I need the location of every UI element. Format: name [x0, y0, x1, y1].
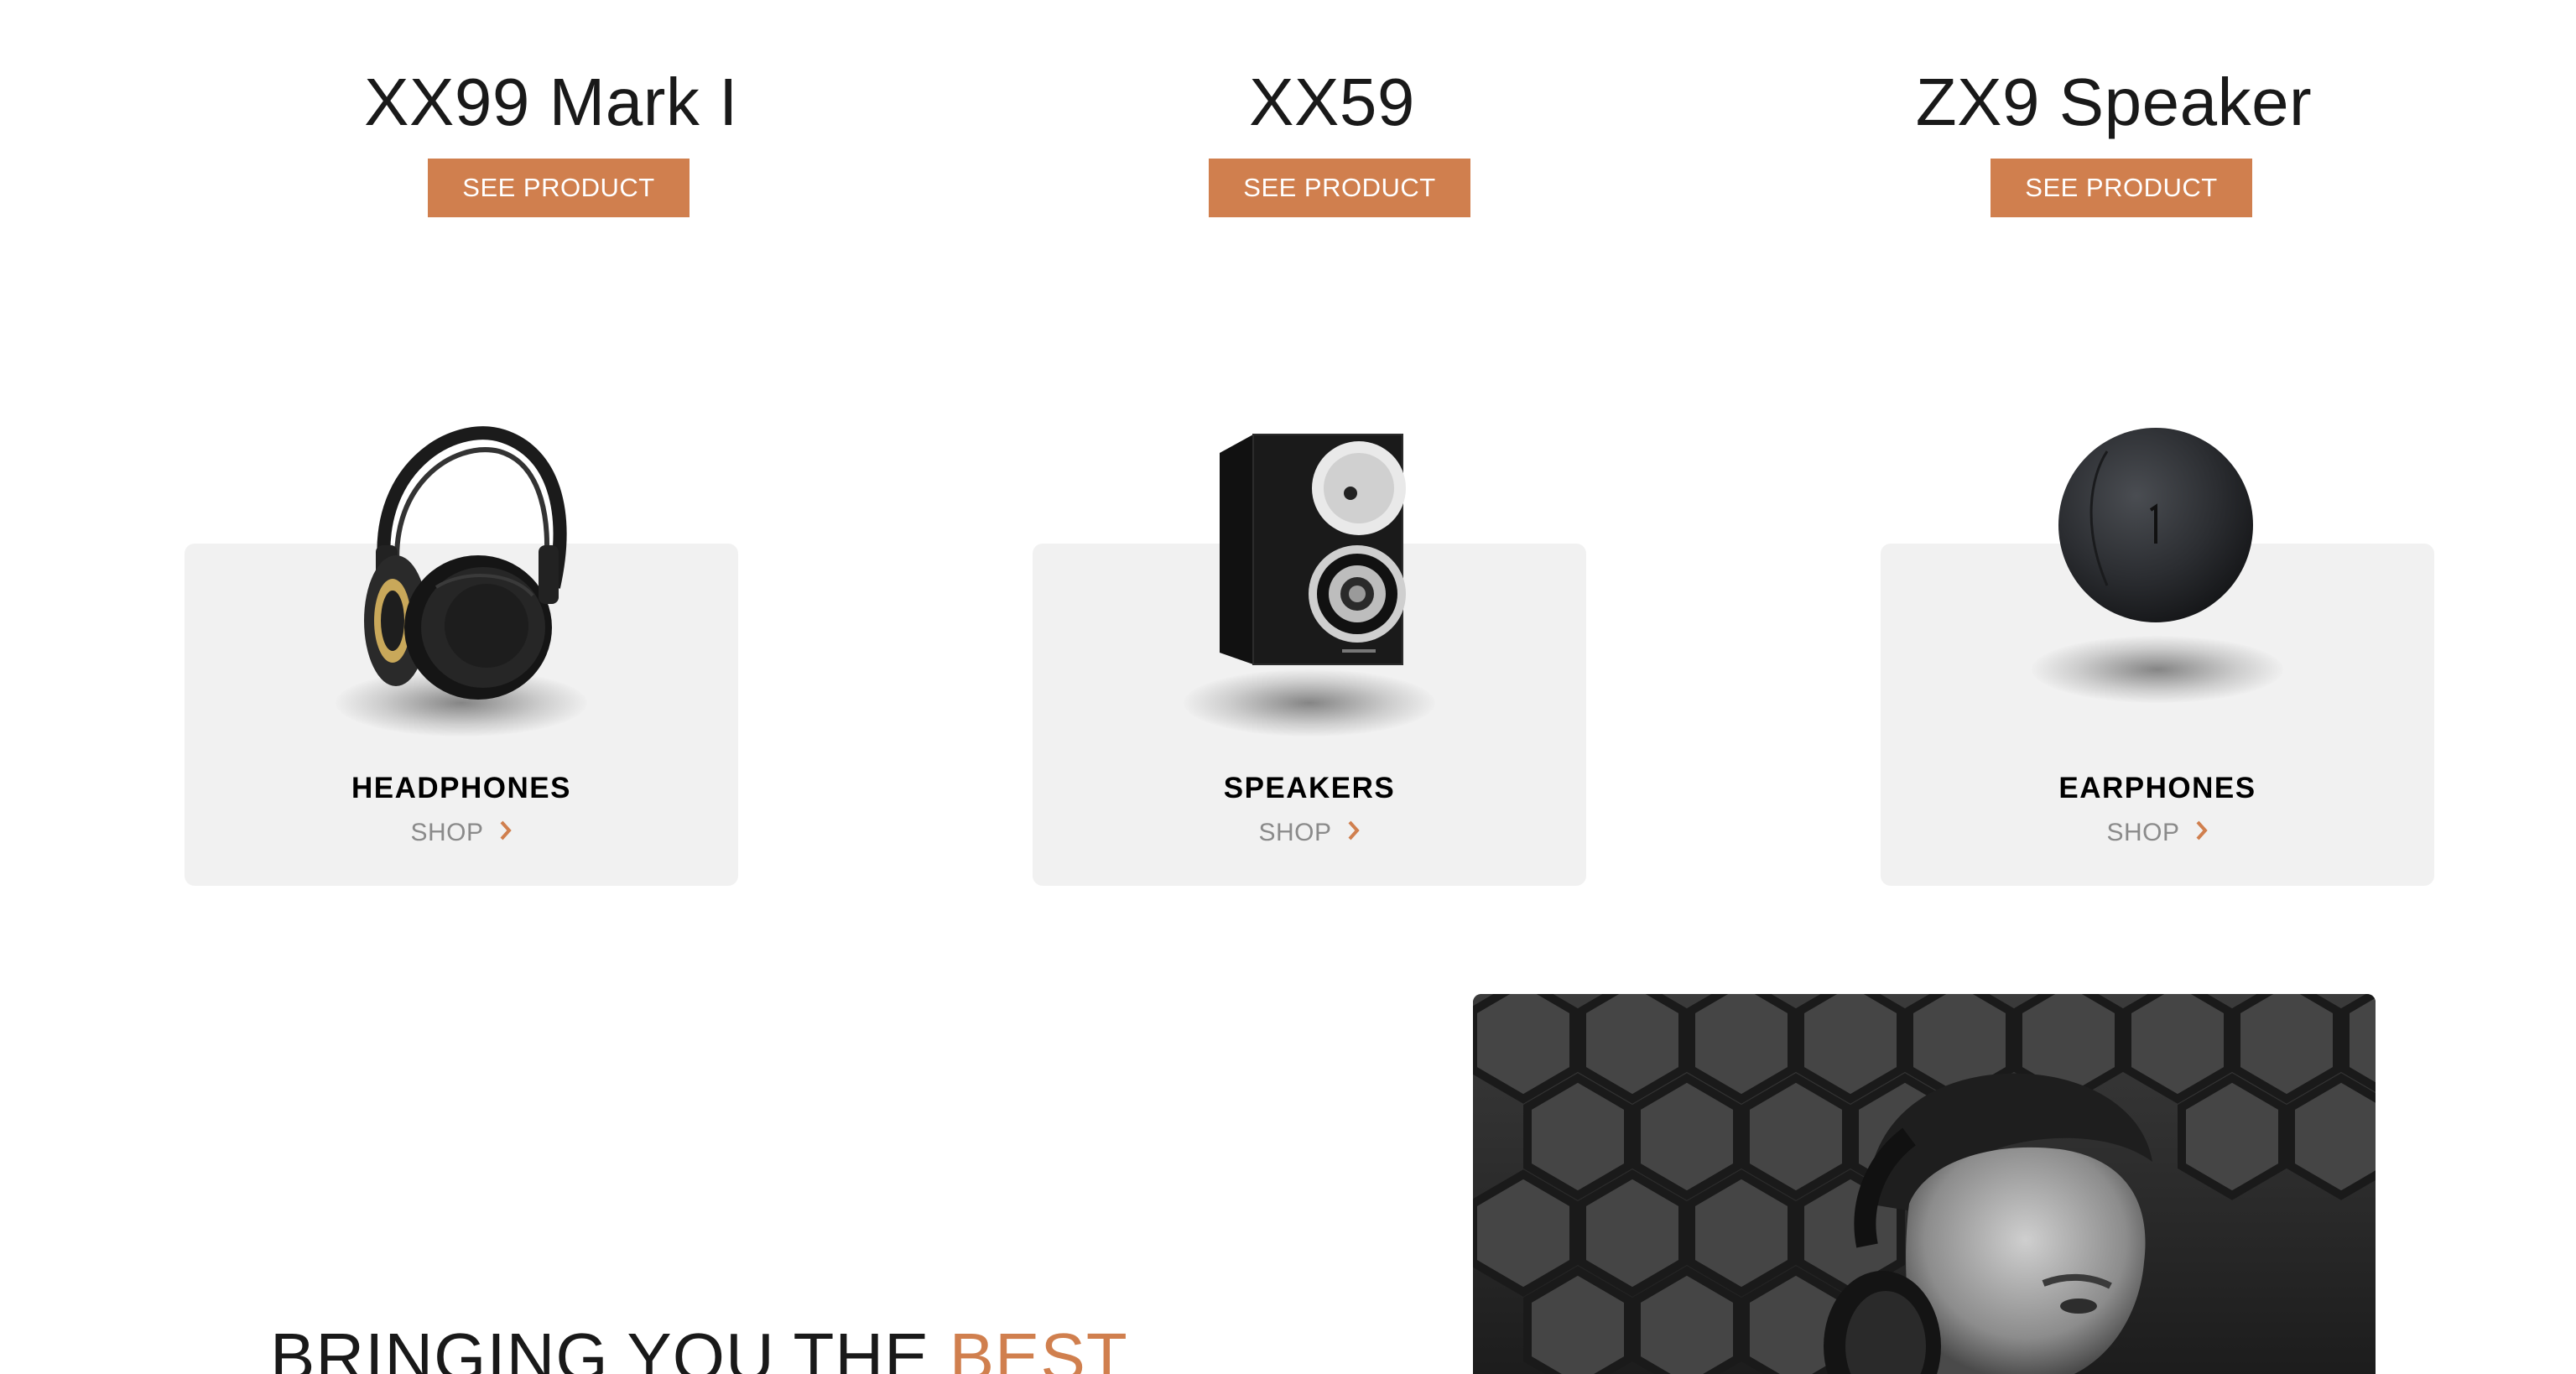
category-name: SPEAKERS — [1223, 772, 1396, 804]
see-product-button-xx99-mark-i[interactable]: SEE PRODUCT — [428, 159, 690, 217]
earphones-image — [2058, 428, 2253, 622]
about-heading-start: BRINGING YOU THE — [270, 1319, 950, 1374]
photo-artwork — [1473, 994, 2376, 1374]
headphones-image — [364, 426, 567, 700]
shop-label: SHOP — [2106, 819, 2180, 846]
product-title-xx59: XX59 — [1249, 65, 1415, 139]
chevron-right-icon — [499, 820, 513, 848]
man-with-headphones-photo — [1473, 994, 2376, 1374]
page: XX99 Mark I SEE PRODUCT XX59 SEE PRODUCT… — [0, 0, 2576, 1374]
speaker-image — [1220, 434, 1406, 665]
category-shop-link[interactable]: SHOP — [1033, 819, 1586, 848]
category-name: EARPHONES — [2058, 772, 2256, 804]
category-name: HEADPHONES — [351, 772, 571, 804]
about-heading: BRINGING YOU THE BEST — [270, 1315, 1128, 1374]
chevron-right-icon — [2195, 820, 2209, 848]
product-title-xx99-mark-i: XX99 Mark I — [364, 65, 738, 139]
product-title-zx9-speaker: ZX9 Speaker — [1915, 65, 2313, 139]
about-heading-accent: BEST — [949, 1319, 1128, 1374]
earphones-shadow — [2032, 636, 2283, 703]
see-product-button-xx59[interactable]: SEE PRODUCT — [1209, 159, 1470, 217]
see-product-button-zx9-speaker[interactable]: SEE PRODUCT — [1991, 159, 2252, 217]
chevron-right-icon — [1347, 820, 1361, 848]
shop-label: SHOP — [410, 819, 484, 846]
category-shop-link[interactable]: SHOP — [1881, 819, 2434, 848]
speaker-shadow — [1184, 669, 1435, 736]
shop-label: SHOP — [1258, 819, 1332, 846]
category-shop-link[interactable]: SHOP — [185, 819, 738, 848]
